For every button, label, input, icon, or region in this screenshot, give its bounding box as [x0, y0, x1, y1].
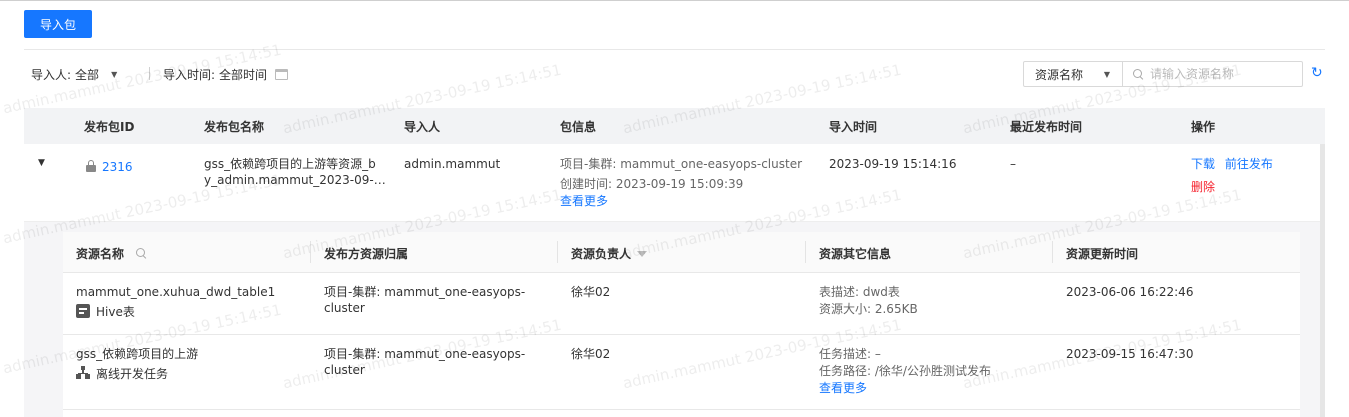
- package-import-time: 2023-09-19 15:14:16: [829, 157, 957, 171]
- col-header-last-publish: 最近发布时间: [1010, 120, 1083, 134]
- resource-other-info: 任务描述: – 任务路径: /徐华/公孙胜测试发布 查看更多: [819, 346, 991, 396]
- sub-col-update-time: 资源更新时间: [1066, 247, 1139, 261]
- import-time-filter-label: 导入时间:: [163, 67, 216, 82]
- toolbar-divider: [24, 49, 1325, 50]
- resource-type: Hive表: [76, 304, 275, 320]
- refresh-icon[interactable]: ↻: [1311, 66, 1325, 80]
- search-box[interactable]: [1122, 61, 1303, 87]
- col-header-name: 发布包名称: [204, 120, 265, 134]
- resource-other-info: 表描述: dwd表 资源大小: 2.65KB: [819, 284, 918, 317]
- column-divider: [1052, 241, 1053, 263]
- sub-col-resource-name: 资源名称: [76, 245, 147, 262]
- resource-path: 任务路径: /徐华/公孙胜测试发布: [819, 364, 991, 378]
- column-divider: [310, 241, 311, 263]
- importer-filter[interactable]: 导入人: 全部 ▼: [31, 66, 117, 82]
- col-header-id: 发布包ID: [84, 120, 135, 134]
- importer-filter-label: 导入人:: [31, 67, 72, 82]
- search-field-select[interactable]: 资源名称 ▼: [1023, 61, 1123, 87]
- resource-update-time: 2023-06-06 16:22:46: [1066, 285, 1194, 299]
- lock-icon: [86, 160, 96, 172]
- resource-update-time: 2023-09-15 16:47:30: [1066, 347, 1194, 361]
- resource-type: 离线开发任务: [76, 366, 198, 382]
- sub-col-other-info: 资源其它信息: [819, 247, 892, 261]
- import-package-button[interactable]: 导入包: [24, 10, 92, 38]
- resource-belong-line1: 项目-集群: mammut_one-easyops-: [324, 347, 526, 361]
- resource-type-label: 离线开发任务: [96, 367, 169, 381]
- filter-separator: [149, 67, 150, 80]
- resource-name: mammut_one.xuhua_dwd_table1 Hive表: [76, 284, 275, 320]
- package-info-created: 创建时间: 2023-09-19 15:09:39: [560, 177, 744, 191]
- sub-col-belong: 发布方资源归属: [324, 247, 409, 261]
- calendar-icon: [275, 68, 289, 80]
- resource-belong: 项目-集群: mammut_one-easyops- cluster: [324, 284, 525, 316]
- col-header-importer: 导入人: [404, 120, 441, 134]
- package-name-line2: y_admin.mammut_2023-09-…: [204, 173, 386, 187]
- delete-link[interactable]: 删除: [1191, 179, 1273, 195]
- search-input[interactable]: [1150, 67, 1295, 81]
- resource-belong: 项目-集群: mammut_one-easyops- cluster: [324, 346, 525, 378]
- resource-name-text: gss_依赖跨项目的上游: [76, 347, 199, 361]
- sub-col-resource-name-label: 资源名称: [76, 247, 125, 261]
- scrollbar[interactable]: [1320, 144, 1325, 417]
- table-icon: [76, 304, 90, 318]
- import-time-filter[interactable]: 导入时间: 全部时间: [163, 66, 289, 82]
- resource-desc: 表描述: dwd表: [819, 285, 900, 299]
- col-header-info: 包信息: [560, 120, 597, 134]
- package-importer: admin.mammut: [404, 157, 501, 171]
- go-publish-link[interactable]: 前往发布: [1225, 157, 1273, 171]
- view-more-link[interactable]: 查看更多: [560, 193, 802, 209]
- search-icon[interactable]: [136, 248, 147, 259]
- resource-desc: 任务描述: –: [819, 347, 881, 361]
- row-actions: 下载 前往发布 删除: [1191, 156, 1273, 195]
- row-divider: [63, 334, 1300, 335]
- resource-owner: 徐华02: [571, 285, 611, 299]
- search-field-select-value: 资源名称: [1035, 67, 1084, 82]
- col-header-actions: 操作: [1191, 120, 1216, 134]
- resource-belong-line2: cluster: [324, 363, 365, 377]
- caret-down-icon: ▼: [1103, 70, 1110, 79]
- search-icon: [1133, 68, 1144, 80]
- package-info-cluster: 项目-集群: mammut_one-easyops-cluster: [560, 157, 803, 171]
- package-name-line1: gss_依赖跨项目的上游等资源_b: [204, 157, 376, 171]
- resource-type-label: Hive表: [96, 305, 135, 319]
- resource-size: 资源大小: 2.65KB: [819, 302, 918, 316]
- resource-owner: 徐华02: [571, 347, 611, 361]
- package-last-publish: –: [1010, 157, 1016, 171]
- import-time-filter-value: 全部时间: [219, 67, 268, 82]
- caret-down-icon: ▼: [111, 69, 118, 79]
- package-id-link[interactable]: 2316: [102, 160, 133, 174]
- filter-icon[interactable]: [637, 251, 648, 257]
- column-divider: [805, 241, 806, 263]
- importer-filter-value: 全部: [75, 67, 100, 82]
- row-divider: [63, 409, 1300, 410]
- col-header-import-time: 导入时间: [829, 120, 878, 134]
- download-link[interactable]: 下载: [1191, 157, 1215, 171]
- sub-col-owner: 资源负责人: [571, 245, 648, 262]
- column-divider: [557, 241, 558, 263]
- expand-icon[interactable]: ▼: [38, 158, 45, 168]
- resource-belong-line2: cluster: [324, 301, 365, 315]
- resource-name: gss_依赖跨项目的上游 离线开发任务: [76, 346, 198, 382]
- resource-belong-line1: 项目-集群: mammut_one-easyops-: [324, 285, 526, 299]
- package-id[interactable]: 2316: [86, 159, 133, 175]
- view-more-link[interactable]: 查看更多: [819, 380, 991, 396]
- resource-name-text: mammut_one.xuhua_dwd_table1: [76, 285, 276, 299]
- sub-col-owner-label: 资源负责人: [571, 247, 632, 261]
- tree-icon: [76, 366, 90, 380]
- package-info: 项目-集群: mammut_one-easyops-cluster 创建时间: …: [560, 156, 802, 209]
- package-name: gss_依赖跨项目的上游等资源_b y_admin.mammut_2023-09…: [204, 156, 386, 188]
- top-border: [0, 0, 1349, 1]
